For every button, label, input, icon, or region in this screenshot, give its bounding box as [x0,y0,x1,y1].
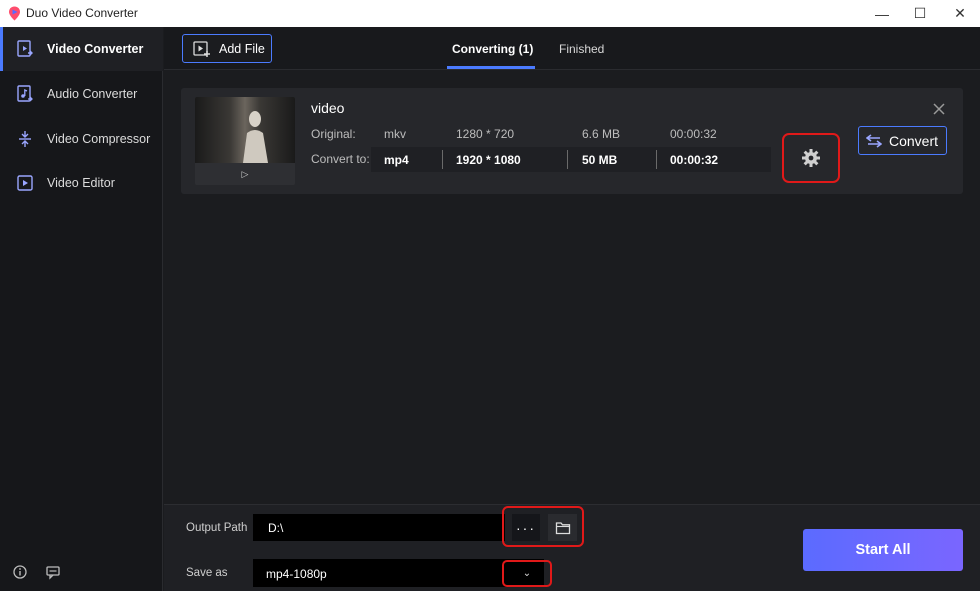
file-card: ▷ video Original: mkv 1280 * 720 6.6 MB … [181,88,963,194]
sidebar-item-video-editor[interactable]: Video Editor [0,161,163,205]
info-icon[interactable] [12,564,28,580]
sidebar-item-video-compressor[interactable]: Video Compressor [0,117,163,161]
sidebar-item-label: Video Compressor [47,132,151,146]
play-icon[interactable]: ▷ [195,163,295,185]
top-toolbar: Add File Converting (1) Finished [164,27,980,70]
sidebar-item-video-converter[interactable]: Video Converter [0,27,163,71]
gear-icon [802,149,820,167]
minimize-button[interactable]: — [862,0,902,27]
maximize-button[interactable]: ☐ [900,0,940,27]
original-format: mkv [384,127,406,141]
sidebar-item-label: Audio Converter [47,87,138,101]
output-settings-bar: Output Path ··· Save as mp4-1080p ⌄ Star… [164,504,980,591]
title-bar: Duo Video Converter — ☐ ✕ [0,0,980,27]
minimize-icon: — [875,5,889,22]
thumbnail-image [195,97,295,163]
target-resolution: 1920 * 1080 [456,153,521,167]
add-file-label: Add File [219,41,265,56]
tab-converting[interactable]: Converting (1) [452,42,533,56]
folder-icon [555,521,570,534]
add-video-icon [193,40,210,57]
app-title: Duo Video Converter [26,6,138,20]
video-thumbnail[interactable]: ▷ [195,97,295,185]
app-logo-icon [9,6,20,21]
settings-button[interactable] [782,133,840,183]
divider [567,150,568,169]
tab-finished[interactable]: Finished [559,42,604,56]
original-resolution: 1280 * 720 [456,127,515,141]
start-all-button[interactable]: Start All [803,529,963,571]
start-all-label: Start All [855,542,911,558]
target-size: 50 MB [582,153,618,167]
video-compressor-icon [19,131,31,147]
output-path-label: Output Path [186,522,248,534]
sidebar-item-label: Video Converter [47,42,144,56]
save-as-select[interactable]: mp4-1080p [253,559,544,587]
original-duration: 00:00:32 [670,127,717,141]
audio-converter-icon [17,85,33,102]
save-as-dropdown-button[interactable]: ⌄ [502,560,552,587]
maximize-icon: ☐ [913,5,927,21]
convert-label: Convert [889,132,939,149]
convert-arrows-icon [866,133,882,148]
sidebar: Video Converter Audio Converter Video Co… [0,27,163,591]
original-size: 6.6 MB [582,127,621,141]
active-tab-indicator [447,66,535,69]
remove-file-icon[interactable] [932,102,946,116]
save-as-value: mp4-1080p [266,567,327,581]
open-folder-button[interactable] [548,514,577,541]
file-name: video [311,100,345,116]
convert-to-label: Convert to: [311,152,370,166]
close-icon: ✕ [954,5,966,21]
output-path-actions: ··· [502,506,584,547]
convert-button[interactable]: Convert [858,126,947,155]
divider [656,150,657,169]
thumbnail-figure [243,111,268,163]
original-label: Original: [311,127,356,141]
video-editor-icon [17,175,33,191]
target-format: mp4 [384,153,409,167]
add-file-button[interactable]: Add File [182,34,272,63]
output-path-input[interactable] [253,514,505,541]
browse-path-button[interactable]: ··· [512,514,540,541]
video-converter-icon [17,40,33,57]
convert-to-settings[interactable]: mp4 1920 * 1080 50 MB 00:00:32 [371,147,771,172]
target-duration: 00:00:32 [670,153,719,167]
sidebar-item-label: Video Editor [47,176,115,190]
chevron-down-icon: ⌄ [522,568,532,579]
more-dots-icon: ··· [516,519,536,536]
feedback-icon[interactable] [45,564,61,580]
sidebar-item-audio-converter[interactable]: Audio Converter [0,72,163,116]
divider [442,150,443,169]
conversion-list: ▷ video Original: mkv 1280 * 720 6.6 MB … [164,71,980,504]
close-window-button[interactable]: ✕ [940,0,980,27]
save-as-label: Save as [186,567,228,579]
